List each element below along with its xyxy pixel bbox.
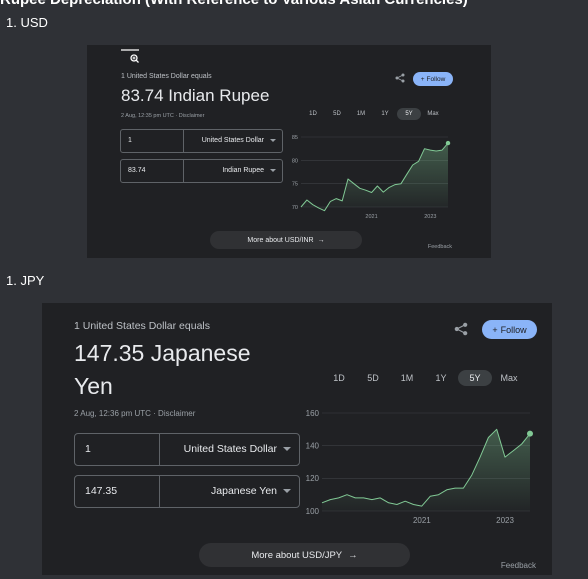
more-about-label: More about USD/INR bbox=[247, 236, 314, 244]
x-tick-label: 2021 bbox=[413, 516, 431, 525]
y-tick-label: 80 bbox=[292, 158, 298, 164]
converted-value: 83.74 Indian Rupee bbox=[121, 86, 270, 105]
to-amount-input[interactable]: 147.35 bbox=[85, 485, 117, 497]
latest-point bbox=[445, 140, 451, 146]
share-icon[interactable] bbox=[395, 73, 405, 83]
y-tick-label: 85 bbox=[292, 135, 298, 141]
equals-label: 1 United States Dollar equals bbox=[74, 320, 210, 332]
range-max[interactable]: Max bbox=[421, 108, 445, 120]
zoom-tool-icon[interactable] bbox=[120, 48, 140, 64]
to-amount-input[interactable]: 83.74 bbox=[128, 167, 146, 174]
y-tick-label: 140 bbox=[306, 441, 320, 450]
range-5y[interactable]: 5Y bbox=[458, 370, 492, 386]
y-tick-label: 70 bbox=[292, 205, 298, 211]
to-currency-field[interactable]: 83.74 Indian Rupee bbox=[120, 159, 283, 183]
feedback-link[interactable]: Feedback bbox=[501, 561, 536, 570]
range-5d[interactable]: 5D bbox=[356, 370, 390, 386]
arrow-right-icon: → bbox=[317, 236, 325, 244]
to-currency-select[interactable]: Japanese Yen bbox=[211, 485, 277, 497]
list-item-jpy: 1. JPY bbox=[6, 273, 45, 288]
chevron-down-icon[interactable] bbox=[283, 489, 291, 493]
to-currency-select[interactable]: Indian Rupee bbox=[222, 167, 264, 174]
currency-card-usd-jpy: 1 United States Dollar equals 147.35 Jap… bbox=[42, 303, 552, 575]
from-currency-select[interactable]: United States Dollar bbox=[202, 137, 264, 144]
plus-icon: + bbox=[492, 324, 498, 335]
range-1m[interactable]: 1M bbox=[349, 108, 373, 120]
plus-icon: + bbox=[420, 75, 425, 83]
series-area bbox=[322, 429, 530, 511]
range-1d[interactable]: 1D bbox=[301, 108, 325, 120]
currency-card-usd-inr: 1 United States Dollar equals 83.74 Indi… bbox=[87, 45, 491, 258]
range-1y[interactable]: 1Y bbox=[424, 370, 458, 386]
chevron-down-icon[interactable] bbox=[270, 139, 276, 142]
field-divider bbox=[159, 434, 160, 465]
from-currency-field[interactable]: 1 United States Dollar bbox=[120, 129, 283, 153]
x-tick-label: 2023 bbox=[496, 516, 514, 525]
follow-button[interactable]: + Follow bbox=[413, 72, 453, 86]
converted-value: 147.35 Japanese Yen bbox=[74, 340, 251, 399]
x-tick-label: 2023 bbox=[424, 214, 436, 220]
equals-label: 1 United States Dollar equals bbox=[121, 73, 212, 80]
follow-label: Follow bbox=[500, 324, 527, 335]
y-tick-label: 120 bbox=[306, 474, 320, 483]
page-heading: Rupee Depreciation (With Reference to Va… bbox=[0, 0, 468, 8]
from-currency-field[interactable]: 1 United States Dollar bbox=[74, 433, 300, 466]
y-tick-label: 75 bbox=[292, 182, 298, 188]
exchange-rate-chart[interactable]: 70 75 80 85 2021 2023 bbox=[283, 131, 453, 229]
y-tick-label: 160 bbox=[306, 409, 320, 418]
series-area bbox=[301, 143, 448, 211]
from-currency-select[interactable]: United States Dollar bbox=[184, 443, 277, 455]
field-divider bbox=[183, 130, 184, 152]
follow-button[interactable]: + Follow bbox=[482, 320, 537, 339]
x-tick-label: 2021 bbox=[365, 214, 377, 220]
from-amount-input[interactable]: 1 bbox=[85, 443, 91, 455]
range-1m[interactable]: 1M bbox=[390, 370, 424, 386]
timestamp-disclaimer[interactable]: 2 Aug, 12:36 pm UTC · Disclaimer bbox=[74, 409, 195, 418]
y-tick-label: 100 bbox=[306, 507, 320, 516]
feedback-link[interactable]: Feedback bbox=[428, 244, 452, 250]
range-1d[interactable]: 1D bbox=[322, 370, 356, 386]
latest-point bbox=[527, 430, 533, 437]
from-amount-input[interactable]: 1 bbox=[128, 137, 132, 144]
range-selector: 1D 5D 1M 1Y 5Y Max bbox=[301, 108, 445, 120]
more-about-label: More about USD/JPY bbox=[251, 549, 343, 561]
more-about-button[interactable]: More about USD/JPY → bbox=[199, 543, 410, 567]
exchange-rate-chart[interactable]: 100 120 140 160 2021 2023 bbox=[292, 401, 540, 531]
timestamp-disclaimer[interactable]: 2 Aug, 12:35 pm UTC · Disclaimer bbox=[121, 113, 204, 119]
field-divider bbox=[183, 160, 184, 182]
follow-label: Follow bbox=[426, 75, 446, 83]
list-item-usd: 1. USD bbox=[6, 15, 48, 30]
range-5d[interactable]: 5D bbox=[325, 108, 349, 120]
chevron-down-icon[interactable] bbox=[270, 169, 276, 172]
range-selector: 1D 5D 1M 1Y 5Y Max bbox=[322, 370, 526, 386]
range-1y[interactable]: 1Y bbox=[373, 108, 397, 120]
range-max[interactable]: Max bbox=[492, 370, 526, 386]
more-about-button[interactable]: More about USD/INR → bbox=[210, 231, 362, 249]
range-5y[interactable]: 5Y bbox=[397, 108, 421, 120]
arrow-right-icon: → bbox=[348, 549, 358, 561]
to-currency-field[interactable]: 147.35 Japanese Yen bbox=[74, 475, 300, 508]
chevron-down-icon[interactable] bbox=[283, 447, 291, 451]
share-icon[interactable] bbox=[454, 322, 468, 336]
field-divider bbox=[159, 476, 160, 507]
